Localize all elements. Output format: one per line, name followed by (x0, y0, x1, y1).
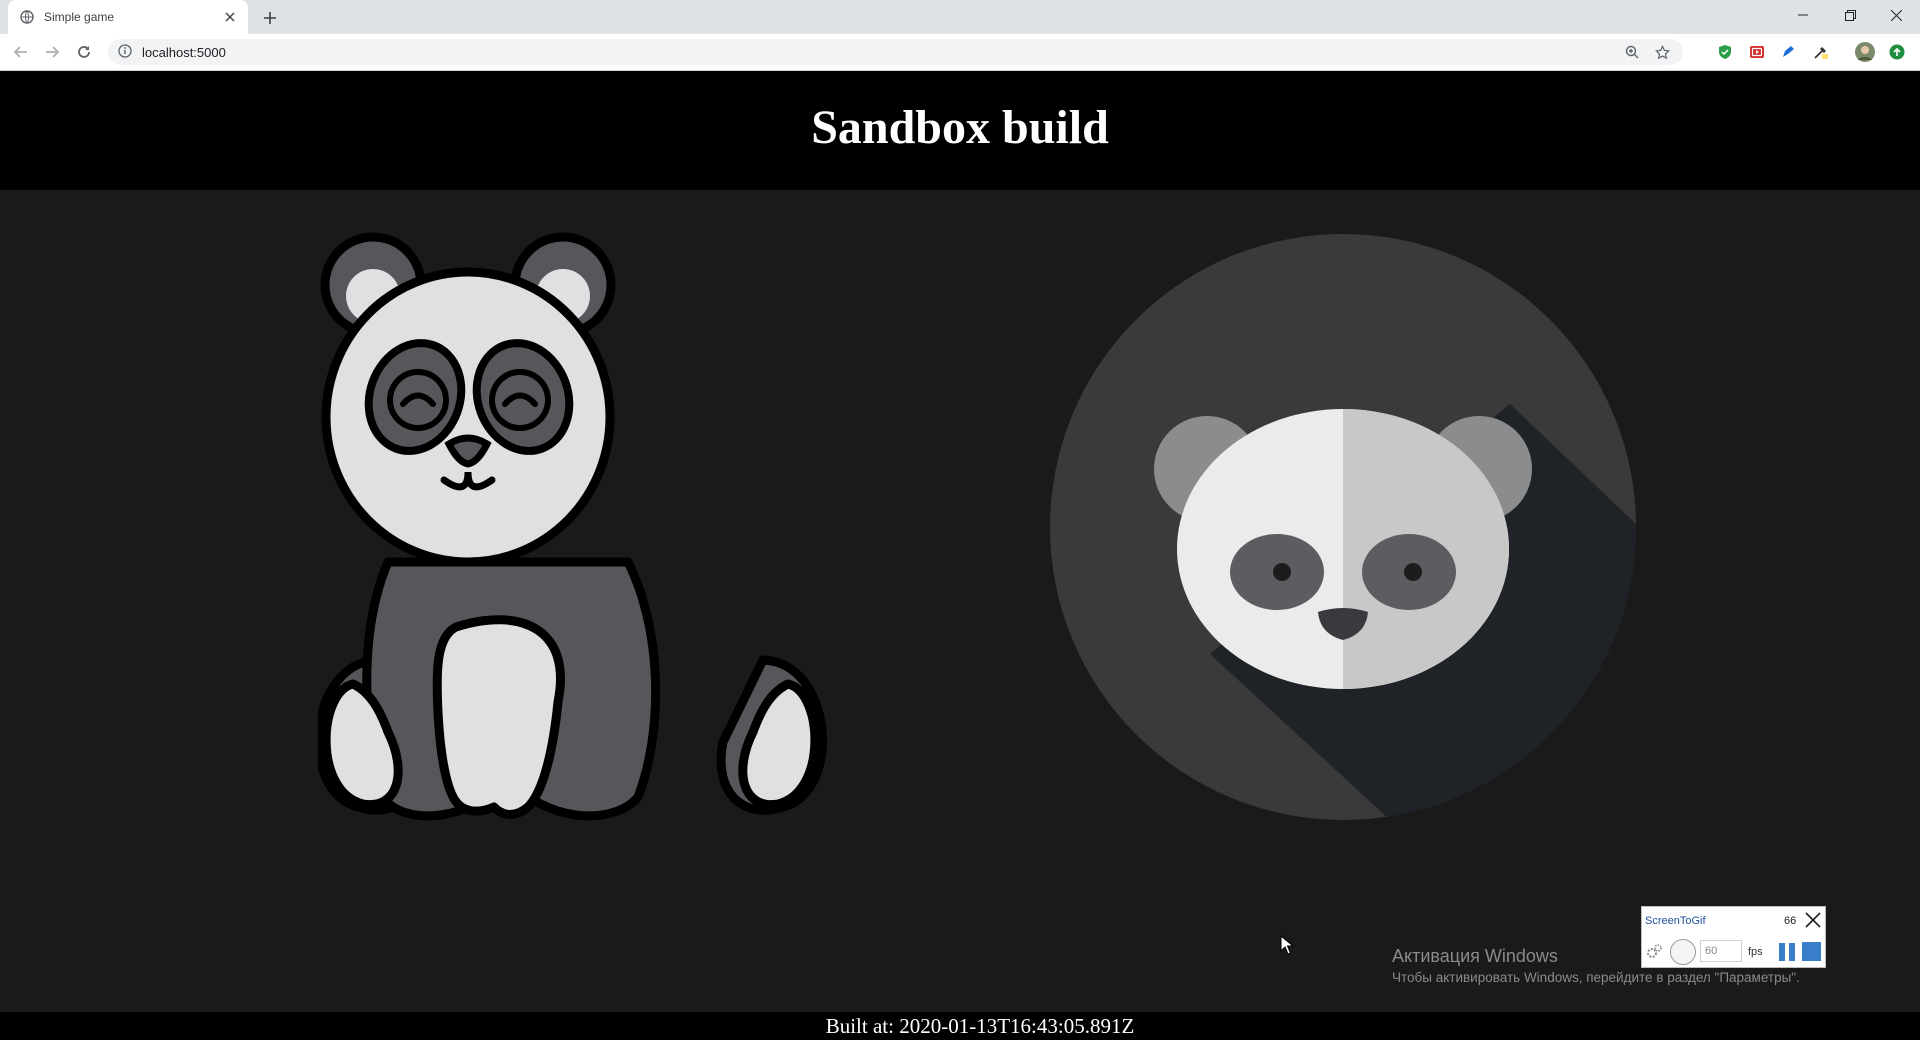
sitting-panda-image[interactable] (318, 232, 834, 822)
activation-subtitle: Чтобы активировать Windows, перейдите в … (1392, 970, 1800, 985)
globe-icon (20, 10, 34, 24)
minimize-icon[interactable] (1780, 0, 1826, 30)
back-icon[interactable] (10, 41, 32, 63)
close-icon[interactable] (1803, 910, 1823, 930)
forward-icon[interactable] (41, 41, 63, 63)
close-window-icon[interactable] (1873, 0, 1919, 30)
build-timestamp: Built at: 2020-01-13T16:43:05.891Z (825, 1013, 1135, 1038)
info-icon[interactable] (118, 44, 134, 60)
screentogif-title: ScreenToGif (1645, 915, 1706, 927)
gear-icon[interactable] (1645, 943, 1663, 961)
reload-icon[interactable] (73, 41, 95, 63)
eyedropper-extension-icon[interactable] (1812, 43, 1830, 61)
browser-toolbar: localhost:5000 (0, 34, 1920, 71)
pause-icon[interactable] (1777, 942, 1797, 962)
pen-extension-icon[interactable] (1779, 43, 1797, 61)
close-tab-icon[interactable] (220, 7, 240, 27)
stop-icon[interactable] (1802, 942, 1821, 961)
page-footer: Built at: 2020-01-13T16:43:05.891Z (0, 1012, 1920, 1040)
url-text: localhost:5000 (142, 44, 226, 60)
restore-icon[interactable] (1827, 0, 1873, 30)
frame-count: 66 (1784, 915, 1797, 927)
tab-strip: Simple game (0, 0, 1920, 34)
mouse-cursor-icon (1280, 935, 1294, 955)
update-icon[interactable] (1888, 43, 1906, 61)
page-header: Sandbox build (0, 71, 1920, 190)
record-button[interactable] (1670, 939, 1696, 965)
zoom-icon[interactable] (1623, 43, 1641, 61)
page-title: Sandbox build (811, 101, 1109, 154)
fps-label: fps (1748, 946, 1763, 958)
panda-face-icon[interactable] (1050, 234, 1636, 820)
profile-avatar[interactable] (1855, 42, 1875, 62)
star-icon[interactable] (1653, 43, 1671, 61)
browser-tab[interactable]: Simple game (8, 0, 248, 34)
new-tab-button[interactable] (259, 7, 281, 29)
shield-extension-icon[interactable] (1716, 43, 1734, 61)
address-bar[interactable]: localhost:5000 (108, 39, 1683, 65)
video-extension-icon[interactable] (1748, 43, 1766, 61)
tab-title: Simple game (44, 10, 115, 24)
screentogif-widget: ScreenToGif 66 60 fps (1641, 906, 1826, 968)
fps-input[interactable]: 60 (1700, 940, 1742, 962)
